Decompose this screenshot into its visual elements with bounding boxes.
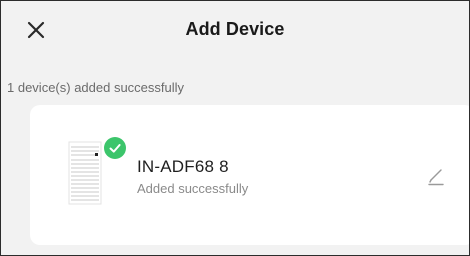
success-badge — [104, 137, 126, 159]
header-bar: Add Device — [1, 1, 469, 63]
add-device-screen: Add Device 1 device(s) added successfull… — [0, 0, 470, 256]
device-status: Added successfully — [137, 181, 249, 196]
status-message: 1 device(s) added successfully — [7, 80, 185, 95]
pencil-icon — [428, 169, 444, 186]
device-card[interactable]: IN-ADF68 8 Added successfully — [30, 105, 469, 245]
page-title: Add Device — [185, 19, 285, 39]
edit-device-button[interactable] — [427, 165, 445, 187]
device-thumbnail — [68, 141, 102, 205]
device-name: IN-ADF68 8 — [137, 157, 229, 176]
check-icon — [109, 144, 121, 153]
